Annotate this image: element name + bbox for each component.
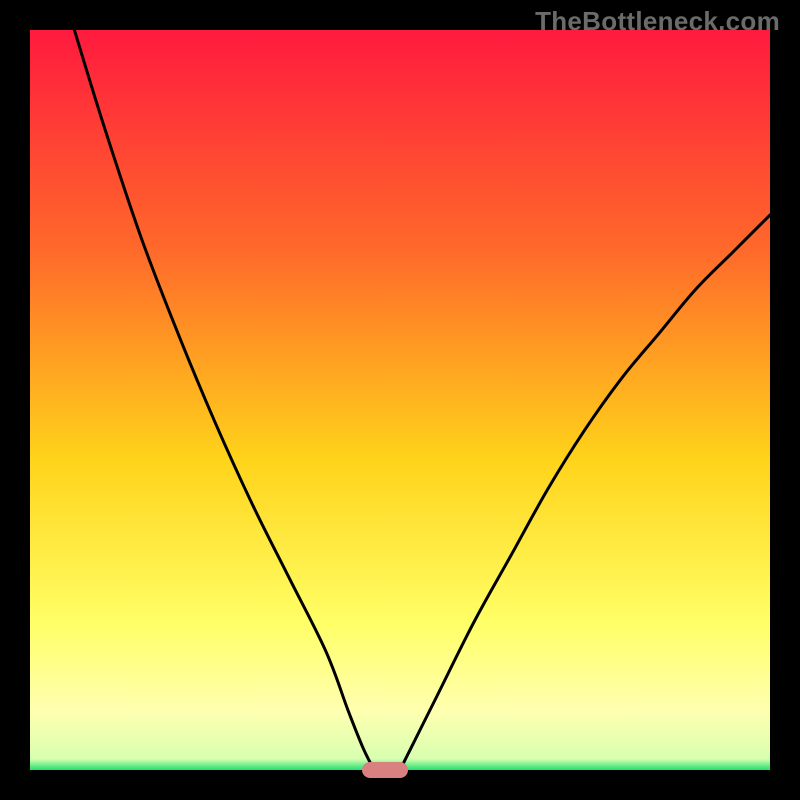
background-gradient: [30, 30, 770, 770]
outer-frame: TheBottleneck.com: [0, 0, 800, 800]
plot-area: [30, 30, 770, 770]
optimum-marker: [362, 762, 408, 778]
